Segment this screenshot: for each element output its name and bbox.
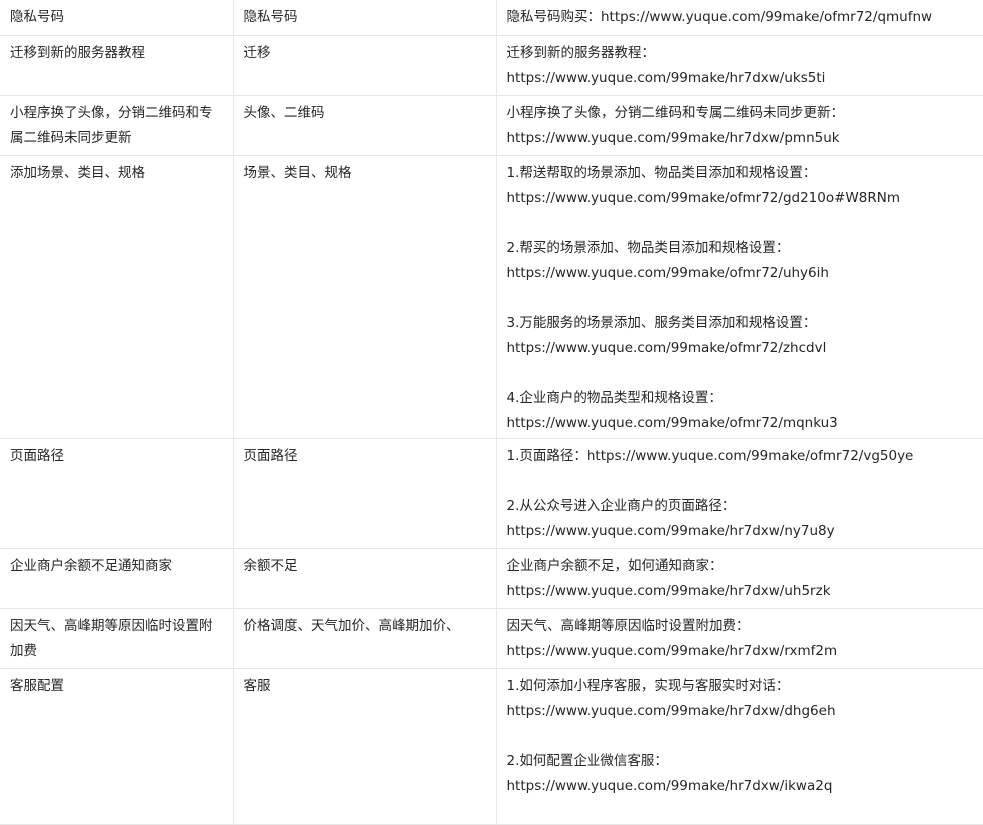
doc-link[interactable]: https://www.yuque.com/99make/ofmr72/uhy6…: [507, 261, 976, 286]
doc-link[interactable]: https://www.yuque.com/99make/hr7dxw/uh5r…: [507, 579, 976, 604]
description-line: 隐私号码购买：https://www.yuque.com/99make/ofmr…: [506, 9, 933, 25]
table-row: 添加场景、类目、规格 场景、类目、规格 1.帮送帮取的场景添加、物品类目添加和规格设…: [0, 155, 983, 439]
description-paragraph: 1.页面路径：https://www.yuque.com/99make/ofmr…: [507, 444, 976, 469]
description-line: 小程序换了头像，分销二维码和专属二维码未同步更新：: [506, 104, 845, 121]
keywords-text: 场景、类目、规格: [243, 164, 352, 181]
description-line: 4.企业商户的物品类型和规格设置：: [506, 389, 722, 406]
description-cell: 隐私号码购买：https://www.yuque.com/99make/ofmr…: [495, 0, 983, 36]
description-line: 因天气、高峰期等原因临时设置附加费：: [506, 617, 750, 634]
description-cell: 因天气、高峰期等原因临时设置附加费： https://www.yuque.com/…: [495, 608, 983, 669]
description-line: 2.帮买的场景添加、物品类目添加和规格设置：: [506, 239, 790, 256]
faq-table: 隐私号码 隐私号码 隐私号码购买：https://www.yuque.com/99m…: [0, 0, 983, 825]
doc-link[interactable]: https://www.yuque.com/99make/hr7dxw/rxmf…: [507, 639, 976, 664]
description-paragraph: 2.如何配置企业微信客服： https://www.yuque.com/99mak…: [507, 749, 976, 799]
doc-link[interactable]: https://www.yuque.com/99make/ofmr72/gd21…: [507, 186, 976, 211]
keywords-text: 迁移: [243, 44, 271, 61]
topic-text: 迁移到新的服务器教程: [10, 44, 145, 61]
doc-link[interactable]: https://www.yuque.com/99make/hr7dxw/ikwa…: [507, 774, 976, 799]
keywords-text: 价格调度、天气加价、高峰期加价、: [243, 617, 460, 634]
table-row: 企业商户余额不足通知商家 余额不足 企业商户余额不足，如何通知商家： https://…: [0, 548, 983, 609]
faq-table-body: 隐私号码 隐私号码 隐私号码购买：https://www.yuque.com/99m…: [0, 0, 983, 825]
topic-cell: 因天气、高峰期等原因临时设置附加费: [0, 608, 234, 669]
description-line: 1.帮送帮取的场景添加、物品类目添加和规格设置：: [506, 164, 817, 181]
topic-text: 小程序换了头像，分销二维码和专属二维码未同步更新: [10, 104, 213, 146]
keywords-text: 头像、二维码: [243, 104, 325, 121]
topic-cell: 迁移到新的服务器教程: [0, 35, 234, 96]
description-line: 2.从公众号进入企业商户的页面路径：: [506, 497, 736, 514]
table-row: 小程序换了头像，分销二维码和专属二维码未同步更新 头像、二维码 小程序换了头像，分销…: [0, 95, 983, 156]
keywords-text: 页面路径: [243, 447, 298, 464]
keywords-cell: 迁移: [232, 35, 497, 96]
topic-cell: 页面路径: [0, 438, 234, 549]
description-cell: 小程序换了头像，分销二维码和专属二维码未同步更新： https://www.yuq…: [495, 95, 983, 156]
doc-link[interactable]: https://www.yuque.com/99make/hr7dxw/ny7u…: [507, 519, 976, 544]
description-line: 企业商户余额不足，如何通知商家：: [506, 557, 723, 574]
table-row: 因天气、高峰期等原因临时设置附加费 价格调度、天气加价、高峰期加价、 因天气、高峰期…: [0, 608, 983, 669]
description-paragraph: 隐私号码购买：https://www.yuque.com/99make/ofmr…: [507, 5, 976, 30]
keywords-text: 余额不足: [243, 557, 298, 574]
topic-text: 客服配置: [10, 677, 64, 694]
keywords-text: 隐私号码: [243, 9, 298, 25]
table-row: 页面路径 页面路径 1.页面路径：https://www.yuque.com/99m…: [0, 438, 983, 549]
description-cell: 1.如何添加小程序客服，实现与客服实时对话： https://www.yuque.…: [495, 668, 983, 825]
description-line: 2.如何配置企业微信客服：: [506, 752, 668, 769]
doc-link[interactable]: https://www.yuque.com/99make/ofmr72/mqnk…: [507, 411, 976, 436]
topic-text: 企业商户余额不足通知商家: [10, 557, 172, 574]
topic-cell: 小程序换了头像，分销二维码和专属二维码未同步更新: [0, 95, 234, 156]
table-row: 迁移到新的服务器教程 迁移 迁移到新的服务器教程： https://www.yuque…: [0, 35, 983, 96]
keywords-text: 客服: [243, 677, 271, 694]
description-paragraph: 2.从公众号进入企业商户的页面路径： https://www.yuque.com/…: [507, 494, 976, 544]
topic-cell: 添加场景、类目、规格: [0, 155, 234, 439]
topic-cell: 客服配置: [0, 668, 234, 825]
description-line: 1.页面路径：https://www.yuque.com/99make/ofmr…: [506, 447, 914, 464]
keywords-cell: 隐私号码: [232, 0, 497, 36]
keywords-cell: 头像、二维码: [232, 95, 497, 156]
doc-link[interactable]: https://www.yuque.com/99make/ofmr72/zhcd…: [507, 336, 976, 361]
keywords-cell: 价格调度、天气加价、高峰期加价、: [232, 608, 497, 669]
description-paragraph: 2.帮买的场景添加、物品类目添加和规格设置： https://www.yuque.…: [507, 236, 976, 286]
doc-link[interactable]: https://www.yuque.com/99make/hr7dxw/pmn5…: [507, 126, 976, 151]
keywords-cell: 场景、类目、规格: [232, 155, 497, 439]
keywords-cell: 余额不足: [232, 548, 497, 609]
description-paragraph: 迁移到新的服务器教程： https://www.yuque.com/99make/…: [507, 41, 976, 91]
doc-link[interactable]: https://www.yuque.com/99make/hr7dxw/uks5…: [507, 66, 976, 91]
description-cell: 1.帮送帮取的场景添加、物品类目添加和规格设置： https://www.yuqu…: [495, 155, 983, 439]
keywords-cell: 客服: [232, 668, 497, 825]
description-cell: 迁移到新的服务器教程： https://www.yuque.com/99make/…: [495, 35, 983, 96]
description-cell: 1.页面路径：https://www.yuque.com/99make/ofmr…: [495, 438, 983, 549]
description-paragraph: 4.企业商户的物品类型和规格设置： https://www.yuque.com/9…: [507, 386, 976, 436]
description-line: 迁移到新的服务器教程：: [506, 44, 656, 61]
topic-cell: 隐私号码: [0, 0, 234, 36]
table-row: 隐私号码 隐私号码 隐私号码购买：https://www.yuque.com/99m…: [0, 0, 983, 36]
topic-cell: 企业商户余额不足通知商家: [0, 548, 234, 609]
table-row: 客服配置 客服 1.如何添加小程序客服，实现与客服实时对话： https://www.…: [0, 668, 983, 825]
topic-text: 页面路径: [10, 447, 64, 464]
description-paragraph: 1.如何添加小程序客服，实现与客服实时对话： https://www.yuque.…: [507, 674, 976, 724]
description-paragraph: 3.万能服务的场景添加、服务类目添加和规格设置： https://www.yuqu…: [507, 311, 976, 361]
topic-text: 因天气、高峰期等原因临时设置附加费: [10, 617, 213, 659]
keywords-cell: 页面路径: [232, 438, 497, 549]
description-line: 1.如何添加小程序客服，实现与客服实时对话：: [506, 677, 790, 694]
description-line: 3.万能服务的场景添加、服务类目添加和规格设置：: [506, 314, 817, 331]
topic-text: 添加场景、类目、规格: [10, 164, 145, 181]
description-cell: 企业商户余额不足，如何通知商家： https://www.yuque.com/99…: [495, 548, 983, 609]
topic-text: 隐私号码: [10, 9, 64, 25]
description-paragraph: 1.帮送帮取的场景添加、物品类目添加和规格设置： https://www.yuqu…: [507, 161, 976, 211]
description-paragraph: 小程序换了头像，分销二维码和专属二维码未同步更新： https://www.yuq…: [507, 101, 976, 151]
description-paragraph: 因天气、高峰期等原因临时设置附加费： https://www.yuque.com/…: [507, 614, 976, 664]
doc-link[interactable]: https://www.yuque.com/99make/hr7dxw/dhg6…: [507, 699, 976, 724]
description-paragraph: 企业商户余额不足，如何通知商家： https://www.yuque.com/99…: [507, 554, 976, 604]
